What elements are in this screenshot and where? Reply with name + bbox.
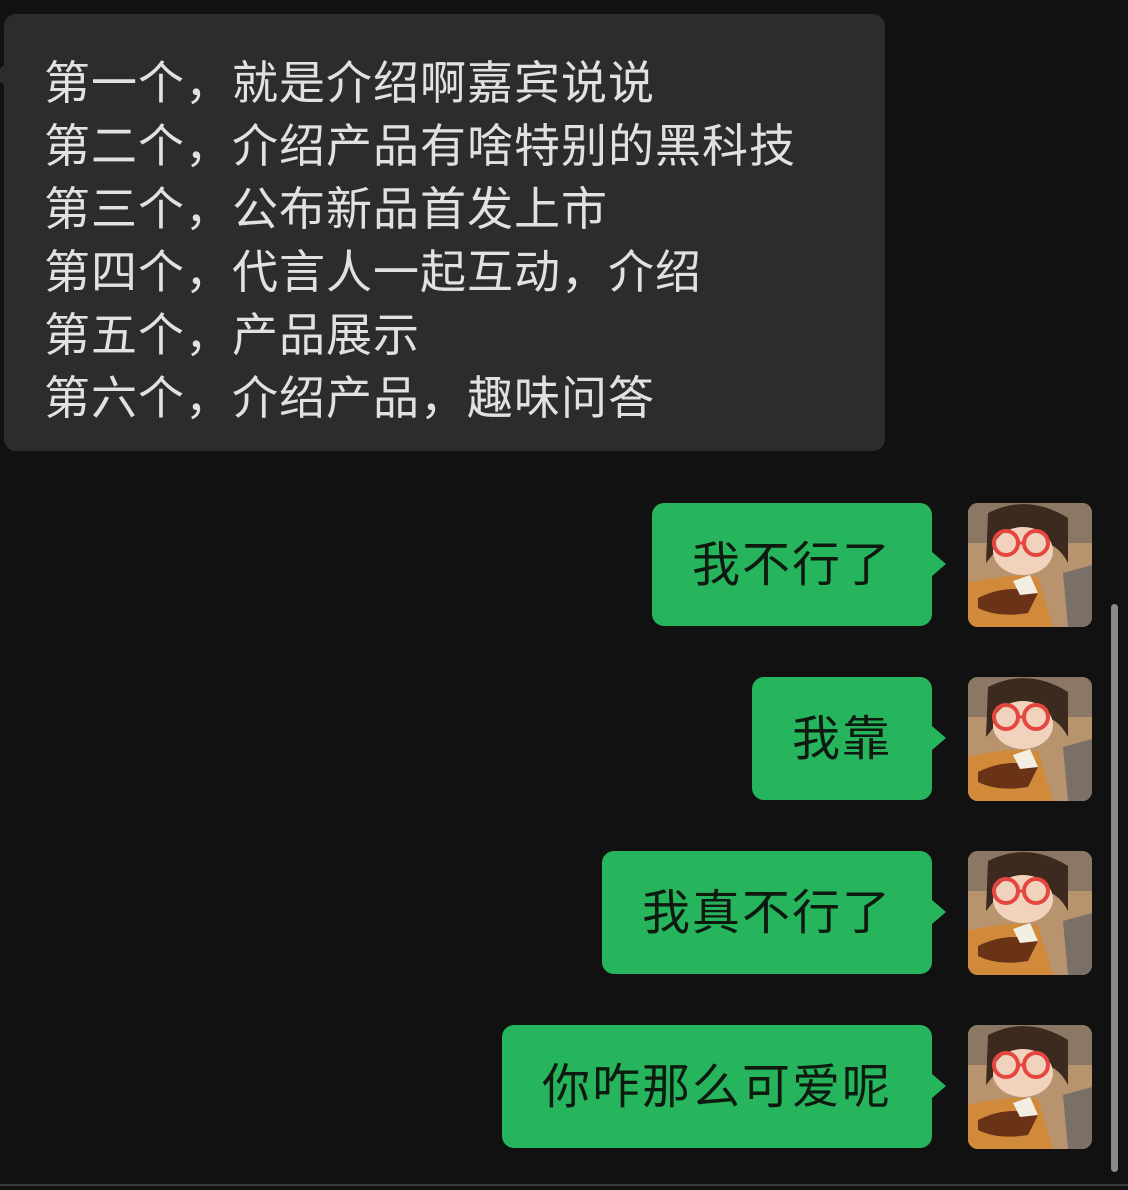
incoming-message-line: 第二个，介绍产品有啥特别的黑科技 bbox=[44, 119, 796, 173]
incoming-message-line: 第五个，产品展示 bbox=[44, 308, 420, 362]
user-avatar[interactable] bbox=[968, 503, 1092, 627]
outgoing-message-bubble[interactable]: 你咋那么可爱呢 bbox=[501, 1025, 946, 1148]
avatar-photo-icon bbox=[968, 677, 1092, 801]
bubble-tail-icon bbox=[932, 726, 946, 750]
outgoing-message-row: 我不行了 bbox=[0, 503, 1128, 627]
outgoing-message-row: 我真不行了 bbox=[0, 851, 1128, 975]
avatar-photo-icon bbox=[968, 851, 1092, 975]
incoming-message-line: 第六个，介绍产品，趣味问答 bbox=[44, 371, 655, 425]
incoming-message-line: 第一个，就是介绍啊嘉宾说说 bbox=[44, 56, 655, 110]
outgoing-message-text: 我不行了 bbox=[691, 536, 892, 593]
bubble-tail-icon bbox=[932, 1074, 946, 1098]
user-avatar[interactable] bbox=[968, 1025, 1092, 1149]
bubble-tail-icon bbox=[932, 552, 946, 576]
divider bbox=[0, 1184, 1128, 1186]
outgoing-message-text: 你咋那么可爱呢 bbox=[541, 1058, 892, 1115]
incoming-message-line: 第四个，代言人一起互动，介绍 bbox=[44, 245, 702, 299]
user-avatar[interactable] bbox=[968, 851, 1092, 975]
chat-message-list[interactable]: 第一个，就是介绍啊嘉宾说说 第二个，介绍产品有啥特别的黑科技 第三个，公布新品首… bbox=[0, 0, 1128, 1190]
incoming-message-bubble[interactable]: 第一个，就是介绍啊嘉宾说说 第二个，介绍产品有啥特别的黑科技 第三个，公布新品首… bbox=[0, 14, 885, 451]
avatar-photo-icon bbox=[968, 1025, 1092, 1149]
outgoing-message-row: 你咋那么可爱呢 bbox=[0, 1025, 1128, 1149]
outgoing-message-row: 我靠 bbox=[0, 677, 1128, 801]
outgoing-message-bubble[interactable]: 我靠 bbox=[751, 677, 946, 800]
incoming-message-line: 第三个，公布新品首发上市 bbox=[44, 182, 608, 236]
user-avatar[interactable] bbox=[968, 677, 1092, 801]
avatar-photo-icon bbox=[968, 503, 1092, 627]
bubble-tail-icon bbox=[932, 900, 946, 924]
outgoing-message-text: 我靠 bbox=[791, 710, 892, 767]
outgoing-message-bubble[interactable]: 我真不行了 bbox=[601, 851, 946, 974]
outgoing-message-bubble[interactable]: 我不行了 bbox=[651, 503, 946, 626]
bubble-tail-icon bbox=[0, 64, 5, 86]
scrollbar[interactable] bbox=[1111, 604, 1118, 1172]
outgoing-message-text: 我真不行了 bbox=[641, 884, 892, 941]
